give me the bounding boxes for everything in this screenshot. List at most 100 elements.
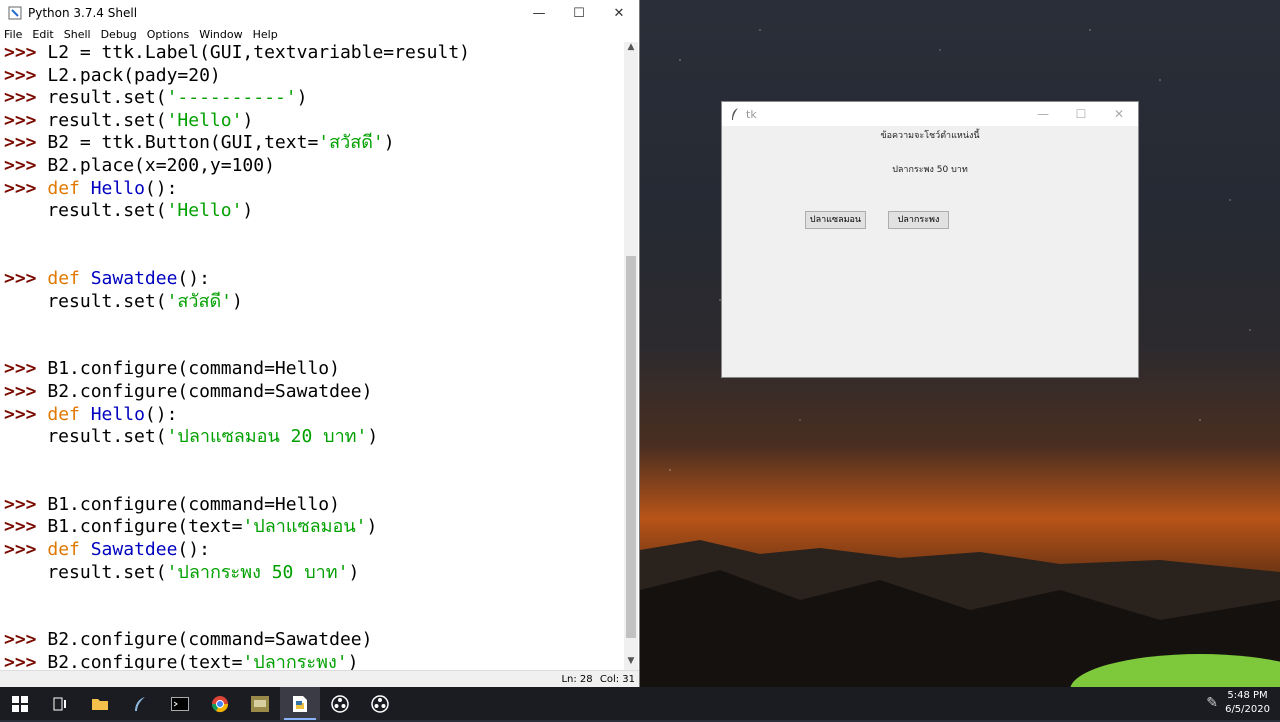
close-button[interactable]: ✕ bbox=[599, 0, 639, 26]
shell-line: >>> L2.pack(pady=20) bbox=[0, 65, 624, 88]
code-token: L2 = ttk.Label(GUI,textvariable=result) bbox=[47, 42, 470, 63]
salmon-button[interactable]: ปลาแซลมอน bbox=[805, 211, 866, 229]
shell-prompt: >>> bbox=[4, 403, 48, 425]
shell-prompt: >>> bbox=[4, 154, 48, 176]
code-token: 'ปลาแซลมอน' bbox=[242, 516, 367, 538]
shell-prompt: >>> bbox=[4, 539, 48, 561]
code-token: ) bbox=[347, 652, 359, 670]
code-token: ) bbox=[383, 132, 395, 154]
shell-line: >>> B1.configure(text='ปลาแซลมอน') bbox=[0, 516, 624, 539]
shell-prompt: >>> bbox=[4, 87, 48, 109]
menu-help[interactable]: Help bbox=[253, 28, 278, 41]
shell-prompt: >>> bbox=[4, 358, 48, 380]
shell-text-area[interactable]: >>> L2 = ttk.Label(GUI,textvariable=resu… bbox=[0, 42, 624, 670]
code-token: ) bbox=[348, 561, 360, 583]
clock-date: 6/5/2020 bbox=[1225, 704, 1270, 715]
code-token: ) bbox=[232, 290, 243, 312]
terminal-icon[interactable] bbox=[160, 687, 200, 720]
shell-prompt: >>> bbox=[4, 177, 48, 199]
tk-close-button[interactable]: ✕ bbox=[1100, 102, 1138, 126]
tk-window-title: tk bbox=[746, 107, 757, 121]
shell-line: >>> def Hello(): bbox=[0, 404, 624, 427]
snapper-button[interactable]: ปลากระพง bbox=[888, 211, 949, 229]
code-token: B1.configure(command=Hello) bbox=[47, 493, 340, 515]
code-token: ) bbox=[367, 426, 379, 448]
shell-prompt: >>> bbox=[4, 132, 48, 154]
obs-icon[interactable] bbox=[320, 687, 360, 720]
taskbar: ✎ 5:48 PM 6/5/2020 bbox=[0, 687, 1280, 720]
windows-start-icon[interactable] bbox=[0, 687, 40, 720]
code-token: result.set( bbox=[4, 200, 167, 222]
menu-debug[interactable]: Debug bbox=[101, 28, 137, 41]
shell-line: >>> B2.configure(command=Sawatdee) bbox=[0, 629, 624, 652]
shell-prompt: >>> bbox=[4, 42, 48, 63]
shell-line: result.set('ปลากระพง 50 บาท') bbox=[0, 562, 624, 585]
menu-file[interactable]: File bbox=[4, 28, 22, 41]
tk-window: tk — ☐ ✕ ข้อความจะโชว์ตำแหน่งนี้ ปลากระพ… bbox=[721, 101, 1139, 378]
tk-minimize-button[interactable]: — bbox=[1024, 102, 1062, 126]
tk-titlebar: tk — ☐ ✕ bbox=[722, 102, 1138, 126]
code-token: Sawatdee bbox=[90, 267, 178, 289]
code-token: ) bbox=[366, 516, 378, 538]
maximize-button[interactable]: ☐ bbox=[559, 0, 599, 26]
code-token: 'ปลากระพง 50 บาท' bbox=[166, 561, 349, 583]
shell-line: result.set('Hello') bbox=[0, 200, 624, 223]
scroll-up-arrow-icon[interactable]: ▲ bbox=[624, 42, 638, 56]
line-number: Ln: 28 bbox=[561, 674, 593, 685]
shell-line: >>> def Sawatdee(): bbox=[0, 268, 624, 291]
shell-line: >>> result.set('Hello') bbox=[0, 110, 624, 133]
shell-prompt: >>> bbox=[4, 64, 48, 86]
code-token: result.set( bbox=[4, 290, 167, 312]
menu-edit[interactable]: Edit bbox=[32, 28, 53, 41]
status-bar: Ln: 28 Col: 31 bbox=[0, 670, 639, 688]
code-token: result.set( bbox=[4, 561, 167, 583]
idle-titlebar: Python 3.7.4 Shell — ☐ ✕ bbox=[0, 0, 639, 26]
shell-prompt: >>> bbox=[4, 652, 48, 670]
column-number: Col: 31 bbox=[599, 674, 635, 685]
menu-shell[interactable]: Shell bbox=[64, 28, 91, 41]
file-explorer-icon[interactable] bbox=[80, 687, 120, 720]
scroll-down-arrow-icon[interactable]: ▼ bbox=[624, 656, 638, 670]
menu-window[interactable]: Window bbox=[199, 28, 242, 41]
code-token: (): bbox=[144, 177, 178, 199]
chrome-icon[interactable] bbox=[200, 687, 240, 720]
task-view-icon[interactable] bbox=[40, 687, 80, 720]
idle-shell-window: Python 3.7.4 Shell — ☐ ✕ File Edit Shell… bbox=[0, 0, 640, 688]
window-title: Python 3.7.4 Shell bbox=[28, 6, 138, 20]
obs-icon-2[interactable] bbox=[360, 687, 400, 720]
code-token: def bbox=[47, 177, 91, 199]
tk-maximize-button[interactable]: ☐ bbox=[1062, 102, 1100, 126]
code-token: ) bbox=[242, 200, 254, 222]
shell-prompt: >>> bbox=[4, 493, 48, 515]
code-token: result.set( bbox=[47, 109, 167, 131]
shell-line: result.set('ปลาแซลมอน 20 บาท') bbox=[0, 426, 624, 449]
shell-line: >>> B1.configure(command=Hello) bbox=[0, 358, 624, 381]
menu-options[interactable]: Options bbox=[147, 28, 189, 41]
code-token: 'Hello' bbox=[166, 200, 243, 222]
system-clock[interactable]: 5:48 PM 6/5/2020 bbox=[1225, 687, 1270, 722]
shell-line: >>> def Hello(): bbox=[0, 178, 624, 201]
vertical-scrollbar[interactable]: ▲ ▼ bbox=[624, 42, 638, 670]
code-token: B1.configure(text= bbox=[47, 516, 243, 538]
code-token: L2.pack(pady=20) bbox=[47, 64, 221, 86]
python-idle-feather-icon[interactable] bbox=[120, 687, 160, 720]
code-token: 'สวัสดี' bbox=[318, 132, 384, 154]
shell-prompt: >>> bbox=[4, 629, 48, 651]
python-file-icon[interactable] bbox=[280, 687, 320, 720]
minimize-button[interactable]: — bbox=[519, 0, 559, 26]
code-token: B1.configure(command=Hello) bbox=[47, 358, 340, 380]
code-token: ) bbox=[296, 87, 308, 109]
shell-line: >>> B2.configure(text='ปลากระพง') bbox=[0, 652, 624, 670]
scrollbar-thumb[interactable] bbox=[626, 256, 636, 638]
code-token: 'Hello' bbox=[166, 109, 243, 131]
code-token: result.set( bbox=[47, 87, 167, 109]
pen-workspace-icon[interactable]: ✎ bbox=[1206, 695, 1218, 711]
app-icon[interactable] bbox=[240, 687, 280, 720]
clock-time: 5:48 PM bbox=[1227, 690, 1268, 701]
code-token: 'สวัสดี' bbox=[166, 290, 233, 312]
